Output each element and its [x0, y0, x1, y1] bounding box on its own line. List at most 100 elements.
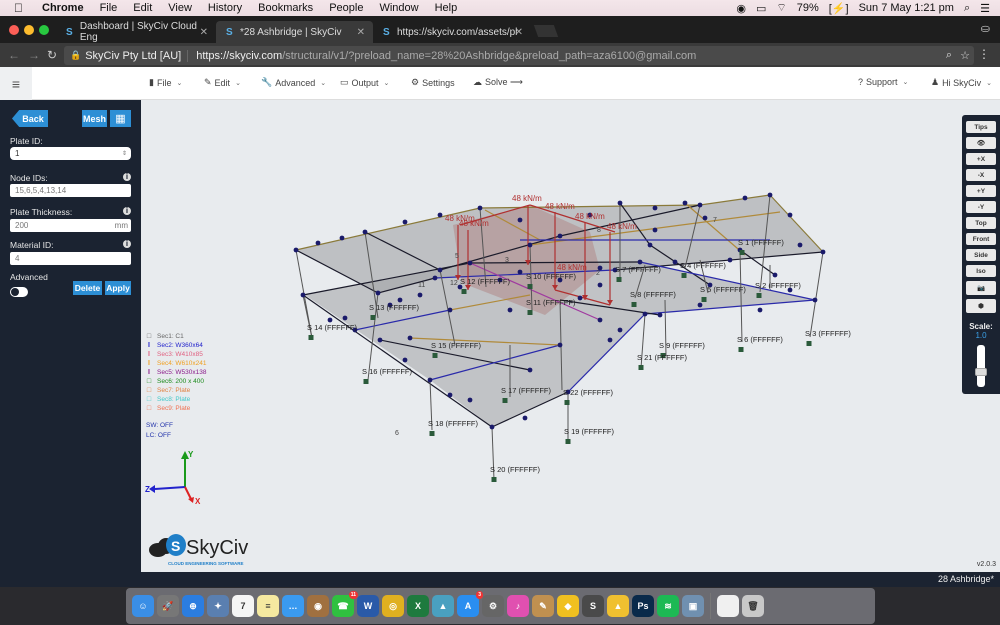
itunes-icon[interactable]: ♪	[507, 595, 529, 617]
fixed-support-icon[interactable]	[527, 284, 533, 289]
load-combo-status[interactable]: LC: OFF	[146, 431, 173, 441]
tab-assets-php[interactable]: S https://skyciv.com/assets/php ✕	[373, 21, 531, 43]
node-point[interactable]	[697, 202, 703, 208]
clock[interactable]: Sun 7 May 1:21 pm	[859, 2, 954, 14]
forward-arrow-icon[interactable]: →	[28, 48, 40, 62]
legend-item[interactable]: I Sec5: W530x138	[146, 368, 207, 377]
column[interactable]	[809, 251, 824, 338]
node-point[interactable]	[342, 315, 348, 321]
view-minus-x-button[interactable]: -X	[966, 169, 996, 181]
mesh-button[interactable]: Mesh	[82, 110, 107, 127]
legend-item[interactable]: I Sec4: W610x241	[146, 359, 207, 368]
messages-icon[interactable]: …	[282, 595, 304, 617]
reload-icon[interactable]: ↻	[47, 48, 57, 62]
node-point[interactable]	[702, 215, 708, 221]
node-point[interactable]	[517, 269, 523, 275]
node-point[interactable]	[447, 392, 453, 398]
legend-item[interactable]: □ Sec1: C1	[146, 332, 207, 341]
tab-dashboard[interactable]: S Dashboard | SkyCiv Cloud Eng ✕	[56, 21, 216, 43]
fixed-support-icon[interactable]	[806, 341, 812, 346]
photos-icon[interactable]: ▲	[432, 595, 454, 617]
node-point[interactable]	[787, 212, 793, 218]
legend-item[interactable]: □ Sec8: Plate	[146, 395, 207, 404]
tips-button[interactable]: Tips	[966, 121, 996, 133]
node-point[interactable]	[652, 227, 658, 233]
node-point[interactable]	[339, 235, 345, 241]
trash-icon[interactable]: 🗑	[742, 595, 764, 617]
node-point[interactable]	[300, 292, 306, 298]
fixed-support-icon[interactable]	[565, 439, 571, 444]
node-point[interactable]	[617, 327, 623, 333]
view-minus-y-button[interactable]: -Y	[966, 201, 996, 213]
menu-bookmarks[interactable]: Bookmarks	[258, 2, 313, 14]
node-ids-input[interactable]: 15,6,5,4,13,14	[10, 184, 131, 197]
legend-item[interactable]: I Sec2: W360x64	[146, 341, 207, 350]
self-weight-status[interactable]: SW: OFF	[146, 421, 173, 431]
google-drive-icon[interactable]: ▲	[607, 595, 629, 617]
view-front-button[interactable]: Front	[966, 233, 996, 245]
legend-item[interactable]: □ Sec9: Plate	[146, 404, 207, 413]
fixed-support-icon[interactable]	[739, 250, 745, 255]
node-point[interactable]	[407, 335, 413, 341]
info-icon[interactable]: i	[123, 207, 131, 215]
close-tab-icon[interactable]: ✕	[200, 27, 208, 38]
render-3d-button[interactable]: ⬢	[966, 299, 996, 313]
fixed-support-icon[interactable]	[491, 477, 497, 482]
view-plus-y-button[interactable]: +Y	[966, 185, 996, 197]
fixed-support-icon[interactable]	[308, 335, 314, 340]
nav-file[interactable]: ▮ File ⌄	[149, 77, 182, 88]
legend-item[interactable]: □ Sec7: Plate	[146, 386, 207, 395]
node-point[interactable]	[417, 292, 423, 298]
fixed-support-icon[interactable]	[502, 398, 508, 403]
preview-bird-icon[interactable]: ✦	[207, 595, 229, 617]
spotlight-icon[interactable]: ⌕	[964, 2, 970, 15]
notification-center-icon[interactable]: ☰	[980, 2, 990, 15]
scale-slider-handle[interactable]	[975, 368, 987, 377]
nav-solve[interactable]: ☁ Solve ⟶	[473, 77, 523, 88]
visibility-button[interactable]: 👁	[966, 137, 996, 149]
excel-icon[interactable]: X	[407, 595, 429, 617]
screenshot-button[interactable]: 📷	[966, 281, 996, 295]
creative-cloud-icon[interactable]: ◉	[736, 2, 746, 15]
node-point[interactable]	[477, 205, 483, 211]
node-point[interactable]	[437, 212, 443, 218]
finder-icon[interactable]: ☺	[132, 595, 154, 617]
menu-view[interactable]: View	[168, 2, 192, 14]
material-id-input[interactable]: 4	[10, 252, 131, 265]
contacts-icon[interactable]: ◉	[307, 595, 329, 617]
view-plus-x-button[interactable]: +X	[966, 153, 996, 165]
node-point[interactable]	[315, 240, 321, 246]
fixed-support-icon[interactable]	[429, 431, 435, 436]
menu-window[interactable]: Window	[379, 2, 418, 14]
fixed-support-icon[interactable]	[681, 273, 687, 278]
node-point[interactable]	[597, 317, 603, 323]
close-tab-icon[interactable]: ✕	[515, 27, 523, 38]
menu-history[interactable]: History	[208, 2, 242, 14]
scale-slider[interactable]	[977, 345, 985, 387]
node-point[interactable]	[797, 242, 803, 248]
node-point[interactable]	[375, 290, 381, 296]
close-window-button[interactable]	[9, 25, 19, 35]
spotify-icon[interactable]: ≋	[657, 595, 679, 617]
view-top-button[interactable]: Top	[966, 217, 996, 229]
image-capture-icon[interactable]: ▣	[682, 595, 704, 617]
node-point[interactable]	[647, 242, 653, 248]
node-point[interactable]	[527, 242, 533, 248]
menu-people[interactable]: People	[329, 2, 363, 14]
airplay-icon[interactable]: ▭	[756, 2, 766, 15]
facetime-icon[interactable]: ☎ 11	[332, 591, 358, 617]
launchpad-icon[interactable]: 🚀	[157, 595, 179, 617]
node-point[interactable]	[467, 397, 473, 403]
chrome-icon[interactable]: ◎	[382, 595, 404, 617]
node-point[interactable]	[327, 317, 333, 323]
node-point[interactable]	[657, 312, 663, 318]
nav-output[interactable]: ▭ Output ⌄	[340, 77, 389, 88]
node-point[interactable]	[397, 297, 403, 303]
app-store-icon[interactable]: A3	[457, 591, 483, 617]
node-point[interactable]	[557, 342, 563, 348]
node-point[interactable]	[437, 267, 443, 273]
model-viewport[interactable]: 48 kN/m 48 kN/m 48 kN/m 48 kN/m 48 kN/m 48 kN…	[141, 100, 1000, 572]
node-point[interactable]	[489, 424, 495, 430]
node-point[interactable]	[507, 307, 513, 313]
address-bar[interactable]: 🔒 SkyCiv Pty Ltd [AU] https://skyciv.com…	[64, 46, 974, 65]
